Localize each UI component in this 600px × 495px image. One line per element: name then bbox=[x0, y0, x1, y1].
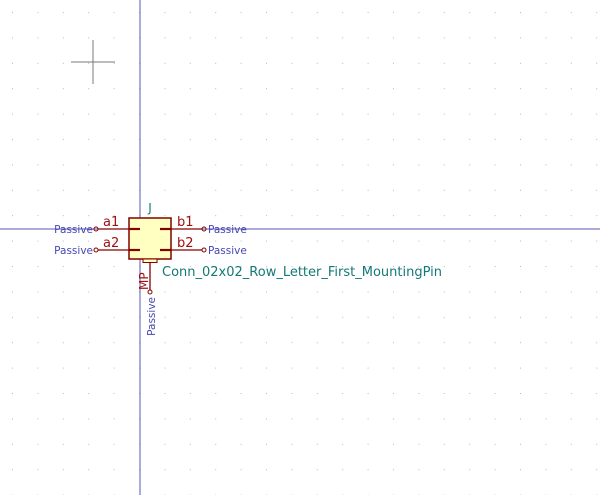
pin-a2-name: a2 bbox=[103, 236, 119, 251]
schematic-canvas[interactable]: a1 Passive a2 Passive b1 Passive b2 Pass… bbox=[0, 0, 600, 495]
pin-a2-type: Passive bbox=[54, 245, 93, 257]
pin-a1-type: Passive bbox=[54, 224, 93, 236]
pin-mp-name: MP bbox=[137, 272, 151, 290]
pin-b2-name: b2 bbox=[177, 236, 194, 251]
pin-mp-type: Passive bbox=[146, 297, 158, 336]
pin-b2-type: Passive bbox=[208, 245, 247, 257]
mounting-pad-icon bbox=[142, 258, 158, 263]
pin-a1-name: a1 bbox=[103, 215, 119, 230]
symbol-body bbox=[128, 217, 172, 260]
symbol-value: Conn_02x02_Row_Letter_First_MountingPin bbox=[162, 265, 442, 280]
pin-b1-name: b1 bbox=[177, 215, 194, 230]
symbol-reference: J bbox=[147, 201, 152, 215]
pin-b1-type: Passive bbox=[208, 224, 247, 236]
